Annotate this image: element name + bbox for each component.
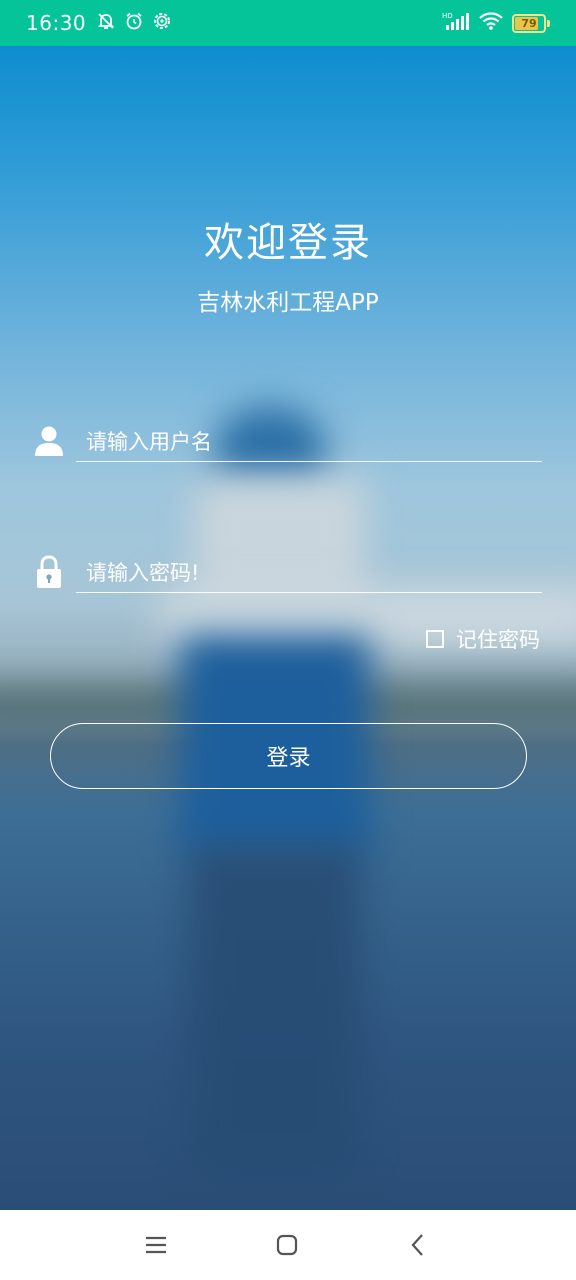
user-icon (30, 422, 68, 460)
remember-checkbox[interactable] (426, 630, 444, 648)
welcome-title: 欢迎登录 (204, 220, 372, 266)
login-button[interactable]: 登录 (50, 723, 527, 789)
alarm-clock-icon (124, 11, 144, 35)
battery-level: 79 (521, 16, 537, 30)
password-input[interactable] (76, 553, 542, 593)
battery-tip (547, 19, 550, 27)
wifi-icon (478, 11, 504, 35)
status-left-icons (96, 11, 172, 35)
status-time: 16:30 (26, 11, 87, 35)
remember-password[interactable]: 记住密码 (426, 624, 540, 654)
lighthouse-reflection (190, 846, 360, 1176)
settings-gear-icon (152, 11, 172, 35)
back-icon[interactable] (403, 1230, 433, 1260)
battery-icon: 79 (512, 13, 550, 33)
username-input[interactable] (76, 422, 542, 462)
username-field (30, 416, 542, 466)
navigation-bar (0, 1210, 576, 1280)
mute-bell-icon (96, 11, 116, 35)
login-button-label: 登录 (266, 746, 311, 771)
hd-signal-icon: HD (442, 11, 470, 35)
app-subtitle: 吉林水利工程APP (197, 290, 379, 316)
svg-text:HD: HD (442, 12, 453, 20)
lock-icon (30, 553, 68, 591)
battery-body: 79 (512, 13, 546, 33)
status-bar: 16:30 HD 79 (0, 0, 576, 46)
remember-label: 记住密码 (456, 628, 540, 652)
status-right-icons: HD 79 (442, 11, 550, 35)
home-icon[interactable] (272, 1230, 302, 1260)
password-field (30, 547, 542, 597)
menu-icon[interactable] (141, 1230, 171, 1260)
